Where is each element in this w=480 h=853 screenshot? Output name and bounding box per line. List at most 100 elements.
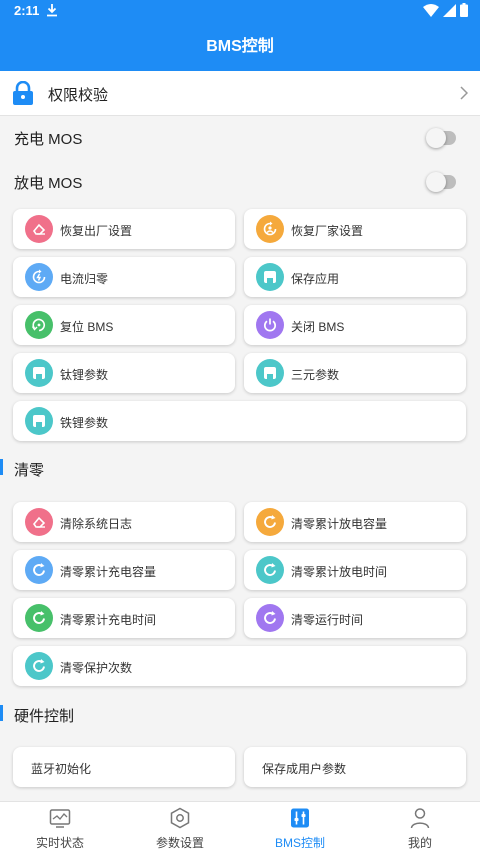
lfp-params-button[interactable]: 铁锂参数 — [13, 401, 466, 441]
refresh-icon — [256, 508, 284, 536]
clear-charge-time-button[interactable]: 清零累计充电时间 — [13, 598, 235, 638]
action-label: 保存成用户参数 — [262, 762, 347, 776]
action-label: 清零累计充电容量 — [60, 565, 157, 579]
save-icon — [256, 359, 284, 387]
battery-icon — [460, 3, 468, 17]
bottom-nav: 实时状态 参数设置 BMS控制 我的 — [0, 801, 480, 853]
refresh-icon — [25, 652, 53, 680]
nav-bms-control[interactable]: BMS控制 — [240, 802, 360, 853]
discharge-mos-label: 放电 MOS — [14, 175, 83, 192]
monitor-icon — [49, 809, 71, 828]
action-label: 关闭 BMS — [291, 320, 345, 334]
wifi-icon — [423, 3, 439, 17]
section-title: 清零 — [14, 462, 45, 479]
reset-icon-glyph — [31, 318, 45, 332]
save-icon-glyph — [33, 415, 45, 427]
download-icon — [47, 4, 57, 17]
power-icon-glyph — [263, 318, 277, 332]
nav-label: 实时状态 — [35, 836, 84, 850]
toggle-thumb — [426, 172, 446, 192]
action-label: 恢复厂家设置 — [291, 224, 364, 238]
action-label: 保存应用 — [291, 272, 340, 286]
action-label: 清零累计充电时间 — [60, 613, 157, 627]
reset-icon — [25, 311, 53, 339]
page-title: BMS控制 — [206, 38, 274, 55]
section-accent-bar — [0, 705, 3, 721]
nav-label: 参数设置 — [155, 836, 204, 850]
save-user-params-button[interactable]: 保存成用户参数 — [244, 747, 466, 787]
current-zero-button[interactable]: 电流归零 — [13, 257, 235, 297]
refresh-icon-glyph — [33, 611, 45, 624]
eraser-icon — [25, 215, 53, 243]
power-icon — [256, 311, 284, 339]
refresh-icon — [25, 604, 53, 632]
clear-discharge-capacity-button[interactable]: 清零累计放电容量 — [244, 502, 466, 542]
permission-check-row[interactable]: 权限校验 — [0, 71, 480, 116]
action-label: 清零运行时间 — [291, 613, 364, 627]
eraser-icon-glyph — [33, 516, 46, 528]
clear-section-header: 清零 — [0, 456, 480, 480]
bluetooth-init-button[interactable]: 蓝牙初始化 — [13, 747, 235, 787]
nav-param-settings[interactable]: 参数设置 — [120, 802, 240, 853]
current-reset-icon — [25, 263, 53, 291]
section-title: 硬件控制 — [14, 708, 75, 725]
refresh-icon — [256, 556, 284, 584]
action-label: 铁锂参数 — [60, 416, 109, 430]
hexagon-settings-icon — [170, 807, 190, 829]
restore-vendor-settings-button[interactable]: 恢复厂家设置 — [244, 209, 466, 249]
refresh-icon — [25, 556, 53, 584]
refresh-icon-glyph — [33, 563, 45, 576]
lto-params-button[interactable]: 钛锂参数 — [13, 353, 235, 393]
refresh-icon-glyph — [264, 563, 276, 576]
signal-icon — [443, 3, 456, 17]
clear-system-log-button[interactable]: 清除系统日志 — [13, 502, 235, 542]
clear-run-time-button[interactable]: 清零运行时间 — [244, 598, 466, 638]
permission-label: 权限校验 — [48, 87, 109, 104]
status-time: 2:11 — [14, 3, 40, 18]
reset-bms-button[interactable]: 复位 BMS — [13, 305, 235, 345]
clear-discharge-time-button[interactable]: 清零累计放电时间 — [244, 550, 466, 590]
nav-label: 我的 — [407, 836, 432, 850]
chevron-right-icon — [460, 86, 468, 100]
save-icon — [25, 407, 53, 435]
action-label: 清零累计放电时间 — [291, 565, 388, 579]
restore-person-icon-glyph — [263, 221, 277, 236]
eraser-icon — [25, 508, 53, 536]
app-bar: BMS控制 — [0, 22, 480, 71]
save-icon-glyph — [264, 271, 276, 283]
action-label: 三元参数 — [291, 368, 340, 382]
nav-profile[interactable]: 我的 — [360, 802, 480, 853]
current-reset-icon-glyph — [32, 269, 46, 284]
control-sliders-icon — [291, 808, 309, 828]
save-icon-glyph — [264, 367, 276, 379]
section-accent-bar — [0, 459, 3, 475]
lock-icon — [13, 81, 33, 105]
person-icon — [410, 808, 430, 829]
ternary-params-button[interactable]: 三元参数 — [244, 353, 466, 393]
factory-reset-button[interactable]: 恢复出厂设置 — [13, 209, 235, 249]
action-label: 清零保护次数 — [60, 661, 133, 675]
nav-realtime-status[interactable]: 实时状态 — [0, 802, 120, 853]
charge-mos-label: 充电 MOS — [14, 131, 83, 148]
shutdown-bms-button[interactable]: 关闭 BMS — [244, 305, 466, 345]
system-icons — [423, 3, 468, 17]
charge-mos-row: 充电 MOS — [0, 118, 480, 158]
action-label: 电流归零 — [60, 272, 109, 286]
save-icon-glyph — [33, 367, 45, 379]
action-label: 清零累计放电容量 — [291, 517, 388, 531]
charge-mos-toggle[interactable] — [426, 128, 456, 148]
discharge-mos-toggle[interactable] — [426, 172, 456, 192]
status-bar: 2:11 — [0, 0, 480, 22]
clear-charge-capacity-button[interactable]: 清零累计充电容量 — [13, 550, 235, 590]
refresh-icon-glyph — [264, 611, 276, 624]
refresh-icon-glyph — [264, 515, 276, 528]
save-icon — [25, 359, 53, 387]
clear-protect-count-button[interactable]: 清零保护次数 — [13, 646, 466, 686]
save-apply-button[interactable]: 保存应用 — [244, 257, 466, 297]
action-label: 清除系统日志 — [60, 517, 133, 531]
eraser-icon-glyph — [33, 223, 46, 235]
action-label: 钛锂参数 — [60, 368, 109, 382]
refresh-icon — [256, 604, 284, 632]
toggle-thumb — [426, 128, 446, 148]
action-label: 恢复出厂设置 — [60, 224, 133, 238]
